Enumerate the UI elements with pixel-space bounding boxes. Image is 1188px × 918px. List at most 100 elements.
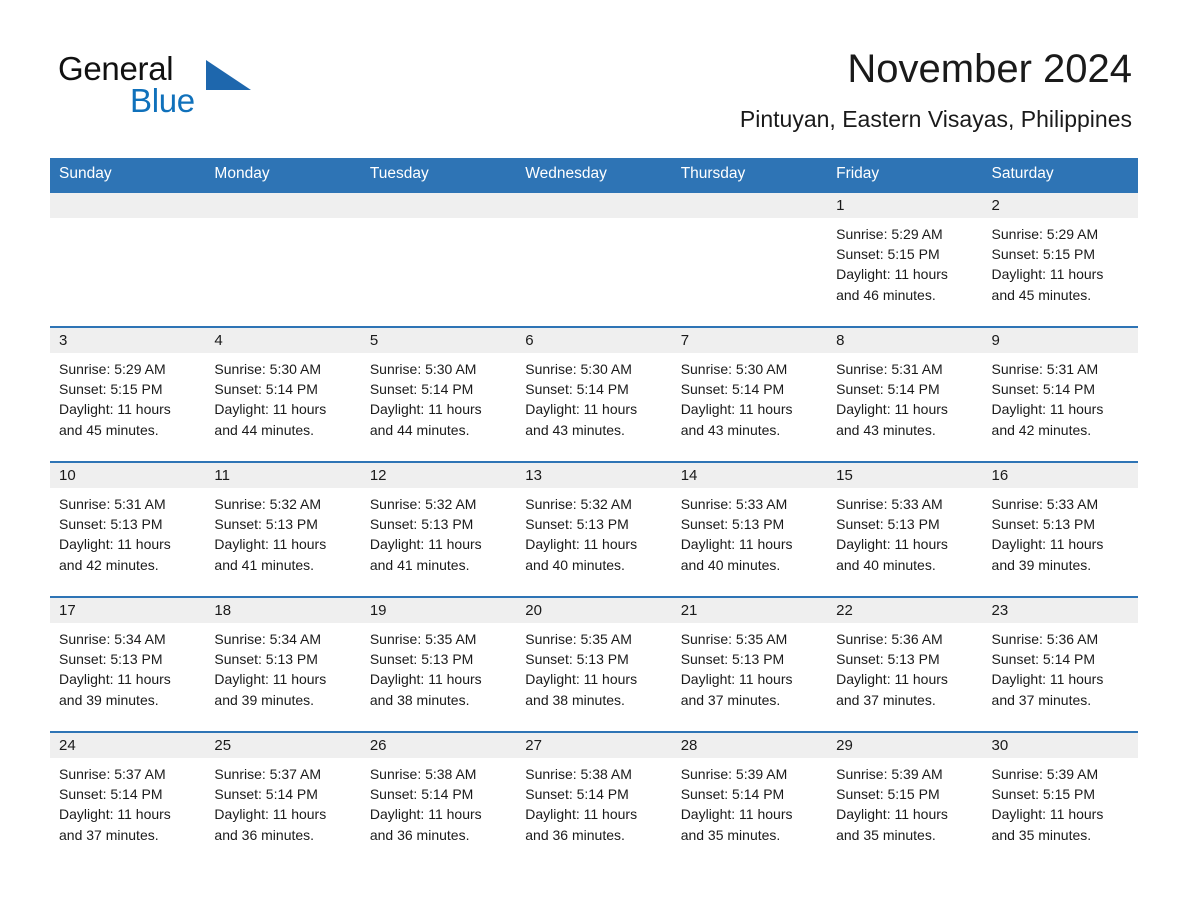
calendar-day-cell[interactable]: 30 Sunrise: 5:39 AM Sunset: 5:15 PM Dayligh… [982, 731, 1138, 867]
calendar-week-row: 3 Sunrise: 5:29 AM Sunset: 5:15 PM Daylight… [50, 326, 1138, 462]
calendar-day-cell[interactable]: 21 Sunrise: 5:35 AM Sunset: 5:13 PM Dayligh… [671, 596, 828, 732]
calendar-day-cell[interactable]: 9 Sunrise: 5:31 AM Sunset: 5:14 PM Daylight… [982, 326, 1138, 462]
daylight-duration-line2: and 35 minutes. [991, 826, 1092, 843]
weekday-header-thursday: Thursday [671, 158, 828, 192]
sunrise-time: Sunrise: 5:29 AM [836, 226, 943, 242]
sunset-time: Sunset: 5:13 PM [836, 651, 940, 668]
calendar-day-cell[interactable]: 2 Sunrise: 5:29 AM Sunset: 5:15 PM Daylight… [982, 191, 1138, 327]
calendar-day-cell[interactable]: 26 Sunrise: 5:38 AM Sunset: 5:14 PM Dayligh… [360, 731, 517, 867]
day-details: Sunrise: 5:34 AM Sunset: 5:13 PM Daylight:… [205, 623, 360, 710]
weekday-header-friday: Friday [827, 158, 983, 192]
day-details: Sunrise: 5:30 AM Sunset: 5:14 PM Daylight:… [205, 353, 360, 440]
calendar-day-cell[interactable]: 22 Sunrise: 5:36 AM Sunset: 5:13 PM Dayligh… [827, 596, 983, 732]
calendar-day-cell[interactable]: 12 Sunrise: 5:32 AM Sunset: 5:13 PM Dayligh… [360, 461, 517, 597]
calendar-day-cell[interactable]: 14 Sunrise: 5:33 AM Sunset: 5:13 PM Dayligh… [671, 461, 828, 597]
sunrise-time: Sunrise: 5:35 AM [369, 631, 477, 647]
calendar-week-row: 10 Sunrise: 5:31 AM Sunset: 5:13 PM Dayligh… [50, 461, 1138, 597]
location-subtitle: Pintuyan, Eastern Visayas, Philippines [739, 106, 1132, 132]
day-number: 27 [516, 733, 672, 758]
sunset-time: Sunset: 5:13 PM [680, 651, 785, 668]
calendar-day-cell[interactable]: 16 Sunrise: 5:33 AM Sunset: 5:13 PM Dayligh… [982, 461, 1138, 597]
sunrise-time: Sunrise: 5:32 AM [214, 496, 322, 512]
day-number: 25 [205, 733, 361, 758]
calendar-day-cell[interactable]: 11 Sunrise: 5:32 AM Sunset: 5:13 PM Dayligh… [205, 461, 361, 597]
sunset-time: Sunset: 5:15 PM [991, 786, 1096, 803]
sunset-time: Sunset: 5:14 PM [836, 381, 940, 398]
weekday-header-tuesday: Tuesday [360, 158, 517, 192]
general-blue-logo[interactable]: General Blue [58, 52, 298, 122]
calendar-day-cell[interactable]: 24 Sunrise: 5:37 AM Sunset: 5:14 PM Dayligh… [50, 731, 206, 867]
calendar-day-cell-empty [205, 191, 361, 327]
day-number: 16 [982, 463, 1138, 488]
sunset-time: Sunset: 5:14 PM [59, 786, 163, 803]
day-details: Sunrise: 5:37 AM Sunset: 5:14 PM Daylight:… [205, 758, 360, 845]
daylight-duration-line1: Daylight: 11 hours [836, 266, 948, 283]
calendar-day-cell[interactable]: 18 Sunrise: 5:34 AM Sunset: 5:13 PM Dayligh… [205, 596, 361, 732]
daylight-duration-line1: Daylight: 11 hours [991, 671, 1104, 688]
daylight-duration-line2: and 44 minutes. [369, 421, 470, 438]
calendar-day-cell[interactable]: 27 Sunrise: 5:38 AM Sunset: 5:14 PM Dayligh… [516, 731, 672, 867]
sunrise-time: Sunrise: 5:31 AM [59, 496, 166, 512]
sunset-time: Sunset: 5:13 PM [680, 516, 785, 533]
calendar-day-cell[interactable]: 23 Sunrise: 5:36 AM Sunset: 5:14 PM Dayligh… [982, 596, 1138, 732]
calendar-day-cell[interactable]: 17 Sunrise: 5:34 AM Sunset: 5:13 PM Dayligh… [50, 596, 206, 732]
calendar-day-cell[interactable]: 6 Sunrise: 5:30 AM Sunset: 5:14 PM Daylight… [516, 326, 672, 462]
calendar-day-cell[interactable]: 10 Sunrise: 5:31 AM Sunset: 5:13 PM Dayligh… [50, 461, 206, 597]
day-number: 8 [827, 328, 983, 353]
calendar-day-cell[interactable]: 15 Sunrise: 5:33 AM Sunset: 5:13 PM Dayligh… [827, 461, 983, 597]
calendar-day-cell[interactable]: 28 Sunrise: 5:39 AM Sunset: 5:14 PM Dayligh… [671, 731, 828, 867]
calendar-day-cell[interactable]: 7 Sunrise: 5:30 AM Sunset: 5:14 PM Daylight… [671, 326, 828, 462]
daylight-duration-line1: Daylight: 11 hours [680, 536, 793, 553]
brand-name-general: General [58, 50, 174, 87]
sunset-time: Sunset: 5:14 PM [369, 381, 474, 398]
daylight-duration-line1: Daylight: 11 hours [525, 671, 638, 688]
day-details: Sunrise: 5:36 AM Sunset: 5:13 PM Daylight:… [827, 623, 982, 710]
daylight-duration-line2: and 38 minutes. [369, 691, 470, 708]
day-details: Sunrise: 5:30 AM Sunset: 5:14 PM Daylight:… [516, 353, 671, 440]
day-number: 20 [516, 598, 672, 623]
daylight-duration-line1: Daylight: 11 hours [836, 536, 948, 553]
calendar-day-cell[interactable]: 20 Sunrise: 5:35 AM Sunset: 5:13 PM Dayligh… [516, 596, 672, 732]
calendar-day-cell-empty [360, 191, 517, 327]
sunset-time: Sunset: 5:14 PM [214, 381, 318, 398]
day-number: 18 [205, 598, 361, 623]
sunset-time: Sunset: 5:13 PM [59, 651, 163, 668]
calendar-day-cell[interactable]: 8 Sunrise: 5:31 AM Sunset: 5:14 PM Daylight… [827, 326, 983, 462]
day-number: 14 [671, 463, 828, 488]
daylight-duration-line2: and 35 minutes. [680, 826, 781, 843]
calendar-day-cell[interactable]: 19 Sunrise: 5:35 AM Sunset: 5:13 PM Dayligh… [360, 596, 517, 732]
blue-triangle-icon [206, 60, 251, 90]
page-header: General Blue November 2024 Pintuyan, Eas… [0, 0, 1188, 132]
daylight-duration-line2: and 37 minutes. [991, 691, 1092, 708]
daylight-duration-line1: Daylight: 11 hours [59, 401, 171, 418]
day-number [516, 193, 672, 218]
daylight-duration-line1: Daylight: 11 hours [59, 671, 171, 688]
day-details: Sunrise: 5:34 AM Sunset: 5:13 PM Daylight:… [50, 623, 205, 710]
sunrise-time: Sunrise: 5:36 AM [836, 631, 943, 647]
day-details: Sunrise: 5:36 AM Sunset: 5:14 PM Daylight:… [983, 623, 1138, 710]
daylight-duration-line2: and 40 minutes. [525, 556, 625, 573]
calendar-day-cell[interactable]: 13 Sunrise: 5:32 AM Sunset: 5:13 PM Dayligh… [516, 461, 672, 597]
calendar-day-cell[interactable]: 1 Sunrise: 5:29 AM Sunset: 5:15 PM Daylight… [827, 191, 983, 327]
daylight-duration-line2: and 43 minutes. [680, 421, 781, 438]
daylight-duration-line2: and 38 minutes. [525, 691, 625, 708]
daylight-duration-line1: Daylight: 11 hours [525, 806, 638, 823]
daylight-duration-line1: Daylight: 11 hours [991, 401, 1104, 418]
day-details: Sunrise: 5:30 AM Sunset: 5:14 PM Daylight:… [361, 353, 516, 440]
calendar-day-cell[interactable]: 25 Sunrise: 5:37 AM Sunset: 5:14 PM Dayligh… [205, 731, 361, 867]
sunset-time: Sunset: 5:14 PM [369, 786, 474, 803]
day-details: Sunrise: 5:35 AM Sunset: 5:13 PM Daylight:… [672, 623, 827, 710]
daylight-duration-line1: Daylight: 11 hours [59, 806, 171, 823]
day-details: Sunrise: 5:31 AM Sunset: 5:13 PM Daylight:… [50, 488, 205, 575]
daylight-duration-line2: and 43 minutes. [525, 421, 625, 438]
daylight-duration-line2: and 45 minutes. [59, 421, 159, 438]
sunrise-time: Sunrise: 5:33 AM [991, 496, 1099, 512]
calendar-day-cell[interactable]: 5 Sunrise: 5:30 AM Sunset: 5:14 PM Daylight… [360, 326, 517, 462]
sunrise-time: Sunrise: 5:29 AM [991, 226, 1099, 242]
calendar-day-cell[interactable]: 4 Sunrise: 5:30 AM Sunset: 5:14 PM Daylight… [205, 326, 361, 462]
sunrise-time: Sunrise: 5:39 AM [680, 766, 788, 782]
calendar-day-cell[interactable]: 3 Sunrise: 5:29 AM Sunset: 5:15 PM Daylight… [50, 326, 206, 462]
calendar-day-cell[interactable]: 29 Sunrise: 5:39 AM Sunset: 5:15 PM Dayligh… [827, 731, 983, 867]
day-number: 21 [671, 598, 828, 623]
calendar-week-row: 17 Sunrise: 5:34 AM Sunset: 5:13 PM Dayligh… [50, 596, 1138, 732]
